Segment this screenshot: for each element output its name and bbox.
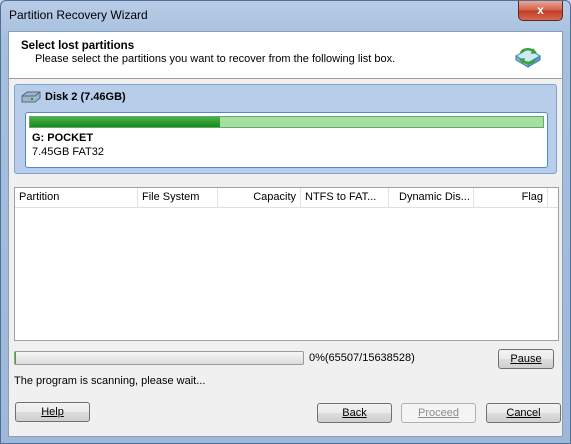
column-header-flag[interactable]: Flag bbox=[474, 188, 548, 207]
help-button-label: Help bbox=[41, 406, 64, 418]
pause-button[interactable]: Pause bbox=[498, 349, 554, 369]
partition-usage-bar bbox=[29, 116, 544, 128]
partition-list[interactable]: Partition File System Capacity NTFS to F… bbox=[14, 187, 559, 341]
column-header-dynamic-disk[interactable]: Dynamic Dis... bbox=[389, 188, 474, 207]
partition-name: G: POCKET bbox=[32, 132, 94, 144]
scan-progress-fill bbox=[15, 352, 17, 364]
column-header-capacity[interactable]: Capacity bbox=[218, 188, 301, 207]
help-button[interactable]: Help bbox=[15, 402, 90, 422]
partition-block-g-pocket[interactable]: G: POCKET 7.45GB FAT32 bbox=[25, 112, 548, 168]
proceed-button[interactable]: Proceed bbox=[401, 403, 476, 423]
list-header: Partition File System Capacity NTFS to F… bbox=[15, 188, 558, 208]
scan-progress-bar bbox=[14, 351, 304, 365]
header-subtitle: Please select the partitions you want to… bbox=[35, 53, 396, 65]
cancel-button[interactable]: Cancel bbox=[486, 403, 561, 423]
column-header-file-system[interactable]: File System bbox=[138, 188, 218, 207]
partition-info: 7.45GB FAT32 bbox=[32, 146, 104, 158]
column-header-ntfs-to-fat[interactable]: NTFS to FAT... bbox=[301, 188, 389, 207]
wizard-header: Select lost partitions Please select the… bbox=[9, 32, 562, 79]
close-button[interactable]: x bbox=[518, 1, 563, 21]
back-button[interactable]: Back bbox=[317, 403, 392, 423]
pause-button-label: Pause bbox=[510, 353, 542, 365]
disk-label: Disk 2 (7.46GB) bbox=[45, 91, 126, 103]
title-bar[interactable]: Partition Recovery Wizard x bbox=[1, 1, 570, 31]
partition-usage-fill bbox=[30, 117, 220, 127]
wizard-window: Partition Recovery Wizard x Select lost … bbox=[0, 0, 571, 444]
scan-progress-text: 0%(65507/15638528) bbox=[309, 352, 415, 364]
recovery-wizard-icon bbox=[515, 48, 541, 68]
disk-panel[interactable]: Disk 2 (7.46GB) G: POCKET 7.45GB FAT32 bbox=[14, 84, 557, 174]
header-title: Select lost partitions bbox=[21, 40, 135, 52]
proceed-button-label: Proceed bbox=[418, 407, 459, 419]
column-header-partition[interactable]: Partition bbox=[15, 188, 138, 207]
back-button-label: Back bbox=[342, 407, 367, 419]
wizard-client: Select lost partitions Please select the… bbox=[8, 31, 563, 437]
cancel-button-label: Cancel bbox=[506, 407, 541, 419]
scan-status-text: The program is scanning, please wait... bbox=[14, 375, 206, 387]
window-title: Partition Recovery Wizard bbox=[9, 8, 148, 22]
disk-icon bbox=[21, 91, 41, 103]
